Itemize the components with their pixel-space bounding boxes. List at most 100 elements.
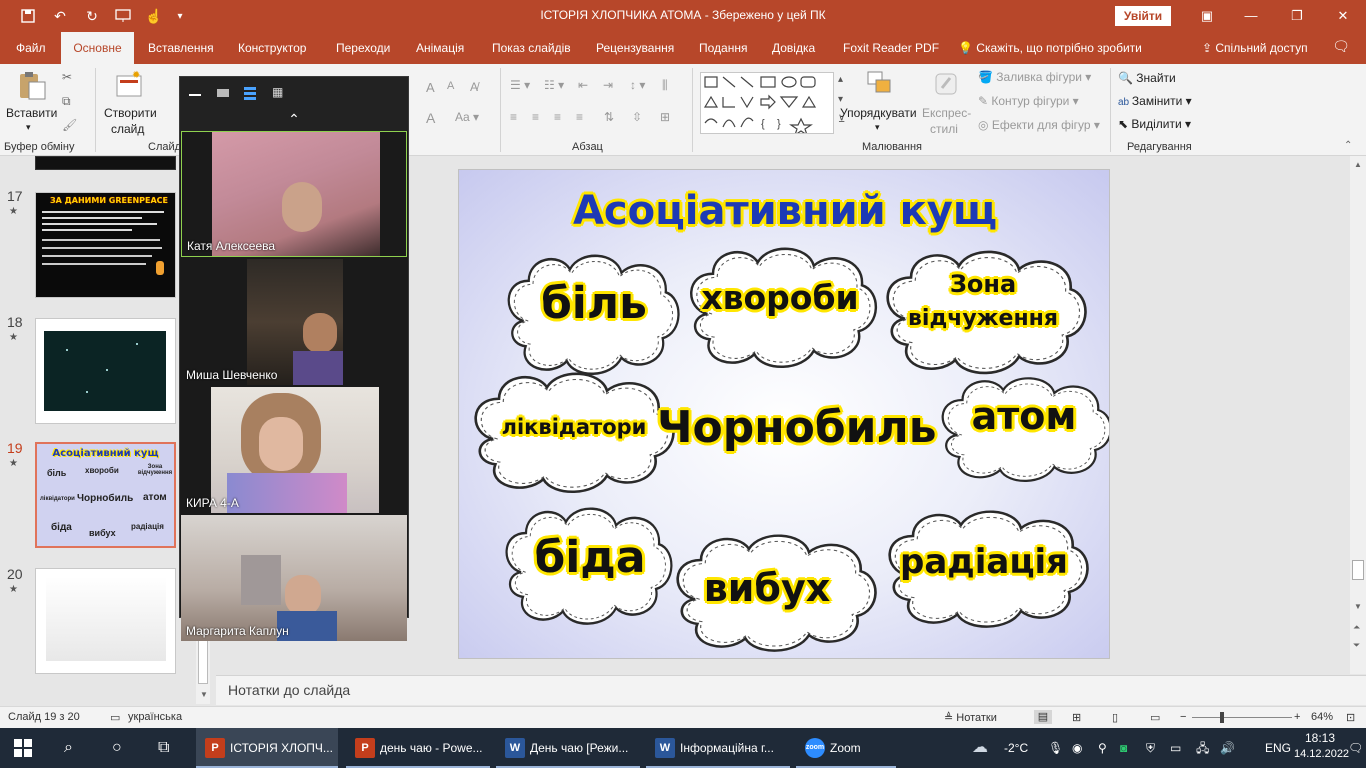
- select-button[interactable]: ⬉ Виділити ▾: [1118, 117, 1191, 131]
- spellcheck-icon[interactable]: ▭: [110, 711, 120, 724]
- font-shrink-icon[interactable]: A: [447, 80, 454, 92]
- sign-in-button[interactable]: Увійти: [1115, 6, 1171, 26]
- arrange-icon[interactable]: [864, 70, 896, 100]
- text-direction-icon[interactable]: ⇅: [604, 110, 614, 124]
- collapse-ribbon-icon[interactable]: ⌃: [1344, 140, 1352, 151]
- weather-temperature[interactable]: -2°C: [1004, 728, 1028, 768]
- volume-icon[interactable]: 🔊: [1220, 728, 1235, 768]
- bullets-icon[interactable]: ☰ ▾: [510, 78, 530, 92]
- tab-file[interactable]: Файл: [14, 32, 48, 64]
- align-text-icon[interactable]: ⇳: [632, 110, 642, 124]
- microphone-icon[interactable]: 🎙: [1048, 728, 1063, 768]
- scroll-up-icon[interactable]: ▲: [1354, 160, 1362, 169]
- numbering-icon[interactable]: ☷ ▾: [544, 78, 564, 92]
- tab-animations[interactable]: Анімація: [414, 32, 466, 64]
- taskbar-app-powerpoint-2[interactable]: P день чаю - Powe...: [346, 728, 490, 768]
- quick-styles-icon[interactable]: [930, 70, 962, 100]
- new-slide-icon[interactable]: ✹: [114, 70, 146, 100]
- slide-sorter-icon[interactable]: ⊞: [1072, 711, 1081, 724]
- slideshow-view-icon[interactable]: ▭: [1150, 711, 1160, 724]
- new-slide-button[interactable]: Створити: [104, 106, 157, 120]
- fit-to-window-icon[interactable]: ⊡: [1346, 711, 1355, 724]
- tab-transitions[interactable]: Переходи: [334, 32, 392, 64]
- minimize-button[interactable]: —: [1228, 0, 1274, 32]
- font-grow-icon[interactable]: A: [426, 80, 435, 95]
- font-color-icon[interactable]: A: [426, 110, 435, 126]
- notifications-icon[interactable]: 🗨: [1348, 728, 1363, 768]
- tab-slideshow[interactable]: Показ слайдів: [490, 32, 573, 64]
- columns-icon[interactable]: ⫼: [662, 78, 668, 93]
- clear-format-icon[interactable]: A̸: [470, 80, 478, 94]
- network-icon[interactable]: 🖧: [1196, 728, 1209, 768]
- decrease-indent-icon[interactable]: ⇤: [578, 78, 588, 92]
- restore-button[interactable]: ❐: [1274, 0, 1320, 32]
- hide-video-icon[interactable]: [217, 89, 229, 97]
- scroll-down-icon[interactable]: ▼: [200, 690, 208, 699]
- find-button[interactable]: 🔍 Знайти: [1118, 71, 1176, 85]
- tab-foxit[interactable]: Foxit Reader PDF: [841, 32, 941, 64]
- quick-styles-button[interactable]: Експрес-: [922, 106, 971, 120]
- align-right-icon[interactable]: ≡: [554, 110, 561, 124]
- tab-review[interactable]: Рецензування: [594, 32, 676, 64]
- copy-icon[interactable]: ⧉: [62, 94, 71, 109]
- participant-tile[interactable]: Миша Шевченко: [181, 259, 407, 385]
- task-view-icon[interactable]: ⧉: [158, 728, 169, 768]
- tab-view[interactable]: Подання: [697, 32, 749, 64]
- align-left-icon[interactable]: ≡: [510, 110, 517, 124]
- slide-thumbnail-17[interactable]: ЗА ДАНИМИ GREENPEACE: [35, 192, 176, 298]
- shape-effects-button[interactable]: ◎ Ефекти для фігур ▾: [978, 118, 1100, 132]
- notes-pane[interactable]: Нотатки до слайда: [216, 675, 1366, 705]
- taskbar-app-word-1[interactable]: W День чаю [Режи...: [496, 728, 640, 768]
- participant-tile[interactable]: КИРА 4-А: [181, 387, 407, 513]
- slide-canvas[interactable]: Асоціативний кущ біль хвороби Зона відчу…: [458, 169, 1110, 659]
- smartart-icon[interactable]: ⊞: [660, 110, 670, 124]
- zoom-slider-thumb[interactable]: [1220, 712, 1224, 723]
- justify-icon[interactable]: ≡: [576, 110, 583, 124]
- close-button[interactable]: ✕: [1320, 0, 1366, 32]
- windows-start-icon[interactable]: [14, 728, 36, 768]
- increase-indent-icon[interactable]: ⇥: [603, 78, 613, 92]
- tab-help[interactable]: Довідка: [770, 32, 817, 64]
- zoom-level[interactable]: 64%: [1311, 711, 1333, 723]
- notes-placeholder[interactable]: Нотатки до слайда: [228, 682, 350, 698]
- weather-cloud-icon[interactable]: ☁: [972, 728, 988, 768]
- shapes-gallery[interactable]: {}: [700, 72, 834, 137]
- arrange-dropdown-icon[interactable]: ▾: [875, 122, 880, 133]
- slide-thumbnail-20[interactable]: [35, 568, 176, 674]
- tab-insert[interactable]: Вставлення: [146, 32, 216, 64]
- defender-icon[interactable]: ⛨: [1146, 728, 1155, 768]
- input-language[interactable]: ENG: [1265, 728, 1291, 768]
- replace-button[interactable]: ab Замінити ▾: [1118, 94, 1192, 108]
- tab-home[interactable]: Основне: [61, 32, 134, 64]
- slide-thumbnail-18[interactable]: [35, 318, 176, 424]
- slide-thumbnail-16[interactable]: [35, 156, 176, 170]
- paste-button[interactable]: Вставити: [6, 106, 57, 120]
- participant-tile[interactable]: Катя Алексеева: [181, 131, 407, 257]
- tab-design[interactable]: Конструктор: [236, 32, 308, 64]
- paste-icon[interactable]: [16, 70, 48, 100]
- paste-dropdown-icon[interactable]: ▾: [26, 122, 31, 133]
- clock-date[interactable]: 14.12.2022: [1294, 748, 1349, 760]
- gallery-view-icon[interactable]: ▦: [272, 85, 283, 99]
- normal-view-icon[interactable]: ▤: [1034, 710, 1052, 724]
- reading-view-icon[interactable]: ▯: [1112, 711, 1118, 724]
- shape-fill-button[interactable]: 🪣 Заливка фігури ▾: [978, 70, 1091, 84]
- search-icon[interactable]: ⌕: [64, 728, 73, 768]
- line-spacing-icon[interactable]: ↕ ▾: [630, 78, 645, 92]
- battery-icon[interactable]: ▭: [1170, 728, 1181, 768]
- tell-me-search[interactable]: 💡 Скажіть, що потрібно зробити: [958, 32, 1142, 64]
- font-dropdown-icon[interactable]: Aa ▾: [455, 110, 479, 124]
- participant-tile[interactable]: Маргарита Каплун: [181, 515, 407, 641]
- format-painter-icon[interactable]: 🖌: [62, 118, 77, 132]
- cortana-icon[interactable]: ○: [112, 728, 122, 768]
- previous-slide-icon[interactable]: ⏶: [1353, 622, 1360, 633]
- scrollbar-thumb[interactable]: [1352, 560, 1364, 580]
- scroll-down-icon[interactable]: ▼: [1354, 602, 1362, 611]
- taskbar-app-word-2[interactable]: W Інформаційна г...: [646, 728, 790, 768]
- ribbon-display-options-icon[interactable]: ▣: [1184, 0, 1230, 32]
- zoom-slider[interactable]: [1192, 712, 1292, 723]
- editor-scrollbar[interactable]: ▲ ▼ ⏶ ⏷: [1350, 156, 1366, 674]
- shapes-gallery-up-icon[interactable]: ▴: [838, 74, 843, 85]
- usb-icon[interactable]: ⚲: [1098, 728, 1107, 768]
- cut-icon[interactable]: ✂: [62, 70, 72, 84]
